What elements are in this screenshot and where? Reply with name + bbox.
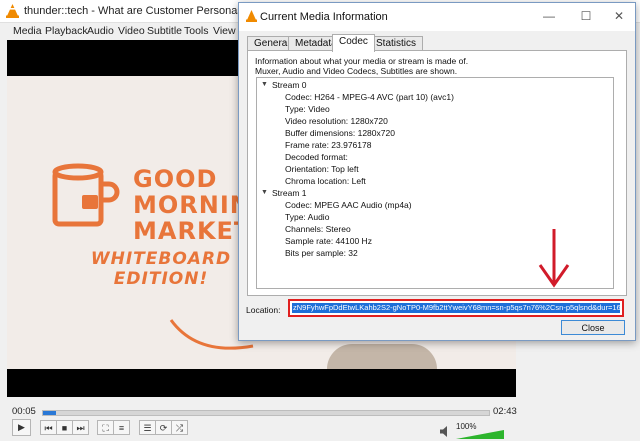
minimize-button[interactable]: — bbox=[539, 9, 559, 23]
next-icon: ⏭ bbox=[76, 423, 85, 433]
stream-field: Orientation: Top left bbox=[285, 164, 359, 174]
stream-field: Buffer dimensions: 1280x720 bbox=[285, 128, 395, 138]
seek-bar-fill bbox=[43, 411, 57, 415]
player-controls: 00:05 02:43 ▶ ⏮ ■ ⏭ ⛶ ≡ ☰ ⟳ ⤮ 100% bbox=[0, 398, 640, 441]
menu-video[interactable]: Video bbox=[118, 25, 145, 37]
vlc-window: thunder::tech - What are Customer Person… bbox=[0, 0, 640, 441]
shuffle-icon: ⤮ bbox=[175, 423, 184, 433]
maximize-button[interactable]: ☐ bbox=[576, 9, 596, 23]
tab-codec[interactable]: Codec bbox=[332, 34, 375, 52]
menu-audio[interactable]: Audio bbox=[87, 25, 114, 37]
menu-media[interactable]: Media bbox=[13, 25, 42, 37]
collapse-arrow-icon[interactable]: ▼ bbox=[261, 81, 268, 88]
playlist-icon: ☰ bbox=[143, 423, 152, 433]
logo-line-1: GOOD bbox=[133, 165, 218, 193]
close-button[interactable]: Close bbox=[561, 320, 625, 335]
stream-field: Sample rate: 44100 Hz bbox=[285, 236, 372, 246]
total-time: 02:43 bbox=[493, 406, 517, 417]
play-button[interactable]: ▶ bbox=[12, 419, 31, 436]
previous-button[interactable]: ⏮ bbox=[40, 420, 57, 435]
menu-tools[interactable]: Tools bbox=[184, 25, 209, 37]
stream-field: Codec: MPEG AAC Audio (mp4a) bbox=[285, 200, 412, 210]
stream-field: Type: Video bbox=[285, 104, 330, 114]
dialog-title: Current Media Information bbox=[260, 11, 388, 23]
play-icon: ▶ bbox=[18, 422, 25, 432]
info-line-1: Information about what your media or str… bbox=[255, 56, 469, 66]
shuffle-button[interactable]: ⤮ bbox=[171, 420, 188, 435]
location-value[interactable]: zN9FyhwFpDdEtwLKahb2S2-gNoTP0-M9fb2ttYwe… bbox=[292, 303, 620, 313]
prev-icon: ⏮ bbox=[44, 423, 53, 433]
dialog-title-bar: Current Media Information — ☐ ✕ bbox=[239, 3, 635, 31]
stream-field: Channels: Stereo bbox=[285, 224, 351, 234]
info-line-2: Muxer, Audio and Video Codecs, Subtitles… bbox=[255, 66, 458, 76]
extended-settings-icon: ≡ bbox=[118, 423, 125, 433]
stop-icon: ■ bbox=[61, 423, 68, 433]
vlc-cone-icon bbox=[246, 10, 257, 22]
stream-1-header[interactable]: Stream 1 bbox=[272, 188, 307, 198]
loop-button[interactable]: ⟳ bbox=[155, 420, 172, 435]
menu-view[interactable]: View bbox=[213, 25, 236, 37]
media-information-dialog: Current Media Information — ☐ ✕ General … bbox=[238, 2, 636, 341]
close-window-button[interactable]: ✕ bbox=[609, 9, 629, 23]
location-field[interactable]: zN9FyhwFpDdEtwLKahb2S2-gNoTP0-M9fb2ttYwe… bbox=[288, 299, 624, 317]
vlc-cone-icon bbox=[6, 4, 19, 18]
red-arrow-annotation-icon bbox=[538, 229, 570, 288]
location-label: Location: bbox=[246, 305, 281, 315]
whiteboard-line-2: EDITION! bbox=[113, 269, 209, 289]
tab-statistics[interactable]: Statistics bbox=[369, 36, 424, 51]
loop-icon: ⟳ bbox=[159, 423, 168, 433]
next-button[interactable]: ⏭ bbox=[72, 420, 89, 435]
stream-field: Type: Audio bbox=[285, 212, 330, 222]
stop-button[interactable]: ■ bbox=[56, 420, 73, 435]
stream-0-header[interactable]: Stream 0 bbox=[272, 80, 307, 90]
volume-slider[interactable] bbox=[456, 430, 504, 439]
whiteboard-line-1: WHITEBOARD bbox=[90, 249, 232, 269]
collapse-arrow-icon[interactable]: ▼ bbox=[261, 189, 268, 196]
fullscreen-icon: ⛶ bbox=[102, 423, 109, 433]
playlist-button[interactable]: ☰ bbox=[139, 420, 156, 435]
menu-playback[interactable]: Playback bbox=[45, 25, 88, 37]
stream-field: Chroma location: Left bbox=[285, 176, 366, 186]
stream-field: Bits per sample: 32 bbox=[285, 248, 358, 258]
codec-info-text: Information about what your media or str… bbox=[255, 56, 468, 76]
stream-field: Frame rate: 23.976178 bbox=[285, 140, 372, 150]
stream-field: Video resolution: 1280x720 bbox=[285, 116, 388, 126]
stream-field: Codec: H264 - MPEG-4 AVC (part 10) (avc1… bbox=[285, 92, 454, 102]
fullscreen-button[interactable]: ⛶ bbox=[97, 420, 114, 435]
stream-field: Decoded format: bbox=[285, 152, 348, 162]
elapsed-time: 00:05 bbox=[12, 406, 36, 417]
logo-line-3: MARKETI bbox=[133, 218, 243, 244]
menu-subtitle[interactable]: Subtitle bbox=[147, 25, 182, 37]
extended-settings-button[interactable]: ≡ bbox=[113, 420, 130, 435]
presenter-figure bbox=[327, 344, 437, 369]
speaker-icon[interactable] bbox=[440, 426, 452, 437]
coffee-mug-logo-icon bbox=[52, 163, 120, 227]
seek-bar[interactable] bbox=[42, 410, 490, 416]
